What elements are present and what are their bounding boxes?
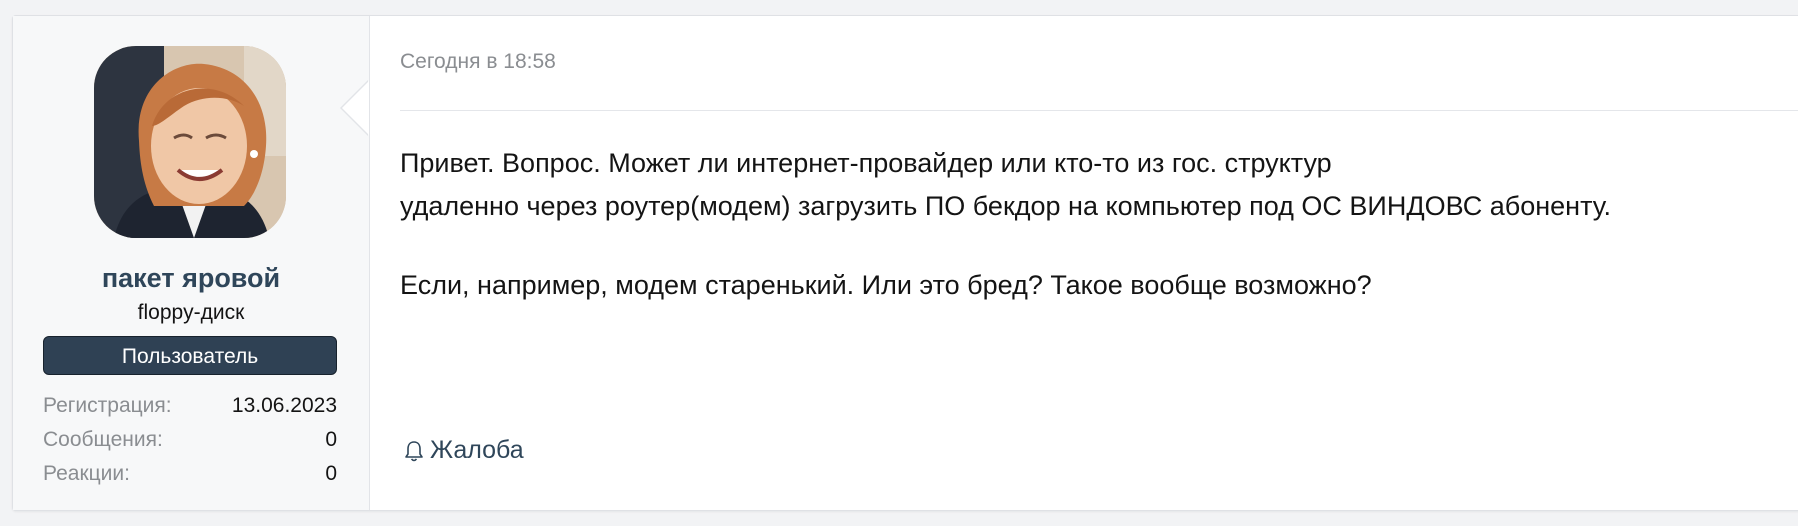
forum-post: пакет яровой floppy-диск Пользователь Ре… — [12, 15, 1798, 511]
author-user-title: floppy-диск — [137, 301, 245, 324]
author-stats: Регистрация: 13.06.2023 Сообщения: 0 Реа… — [43, 389, 337, 491]
post-date[interactable]: Сегодня в 18:58 — [400, 50, 556, 74]
message-line: Привет. Вопрос. Может ли интернет-провай… — [400, 148, 1332, 178]
post-author-sidebar: пакет яровой floppy-диск Пользователь Ре… — [13, 16, 370, 510]
message-line: удаленно через роутер(модем) загрузить П… — [400, 191, 1612, 221]
user-role-banner: Пользователь — [43, 336, 337, 375]
report-link[interactable]: Жалоба — [403, 436, 524, 465]
stat-label: Реакции: — [43, 462, 130, 485]
message-line: Если, например, модем старенький. Или эт… — [400, 270, 1372, 300]
stat-row-registration: Регистрация: 13.06.2023 — [43, 389, 337, 423]
stat-row-reactions: Реакции: 0 — [43, 457, 337, 491]
stat-value[interactable]: 0 — [325, 457, 337, 491]
report-label[interactable]: Жалоба — [430, 436, 524, 465]
stat-label: Сообщения: — [43, 428, 163, 451]
bell-icon — [405, 440, 423, 461]
author-username[interactable]: пакет яровой — [13, 263, 369, 294]
stat-value[interactable]: 0 — [325, 423, 337, 457]
avatar-image — [94, 46, 286, 238]
message-body: Привет. Вопрос. Может ли интернет-провай… — [400, 142, 1790, 307]
post-content: Сегодня в 18:58 Привет. Вопрос. Может ли… — [400, 16, 1798, 510]
user-avatar[interactable] — [94, 46, 286, 238]
stat-label: Регистрация: — [43, 394, 172, 417]
stat-row-messages: Сообщения: 0 — [43, 423, 337, 457]
divider — [400, 110, 1798, 111]
stat-value: 13.06.2023 — [231, 394, 337, 417]
message-arrow-inner — [342, 81, 369, 135]
